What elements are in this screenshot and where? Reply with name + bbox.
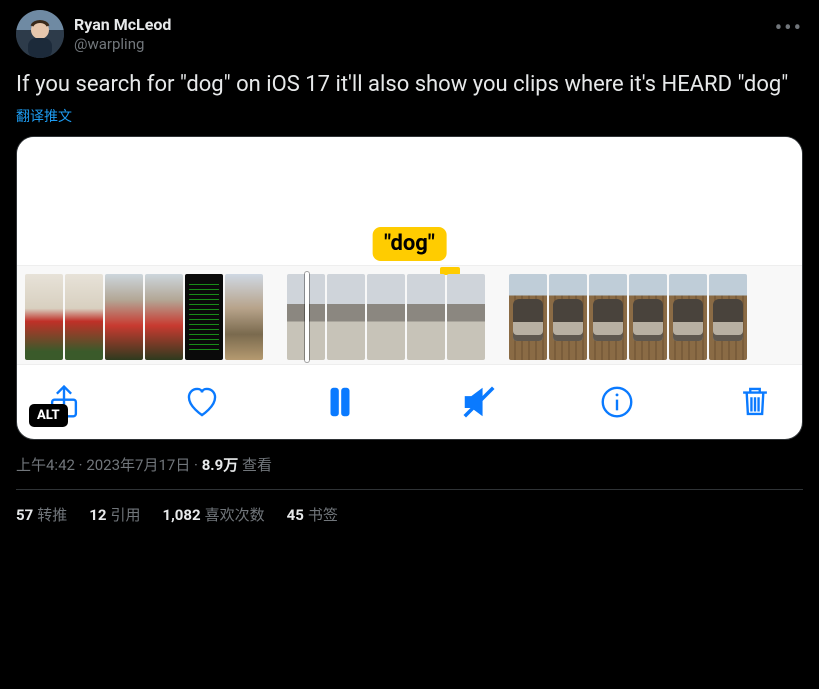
media-whitespace — [17, 137, 802, 227]
bookmarks-label: 书签 — [308, 506, 338, 524]
clip-thumbnail — [589, 274, 627, 360]
alt-badge[interactable]: ALT — [29, 404, 68, 427]
clip-thumbnail — [327, 274, 365, 360]
likes-stat[interactable]: 1,082 喜欢次数 — [162, 504, 264, 525]
clip-group-2[interactable] — [287, 274, 485, 360]
clip-thumbnail — [669, 274, 707, 360]
clip-group-3[interactable] — [509, 274, 747, 360]
info-button[interactable] — [598, 383, 636, 421]
display-name[interactable]: Ryan McLeod — [74, 15, 171, 35]
tweet-meta: 上午4:42 · 2023年7月17日 · 8.9万 查看 — [16, 454, 803, 490]
mute-button[interactable] — [460, 383, 498, 421]
retweets-label: 转推 — [37, 506, 67, 524]
quotes-label: 引用 — [110, 506, 140, 524]
caption-bubble: "dog" — [372, 227, 447, 261]
pause-button[interactable] — [321, 383, 359, 421]
likes-count: 1,082 — [162, 506, 200, 524]
retweets-count: 57 — [16, 506, 33, 524]
views-count: 8.9万 — [202, 456, 239, 474]
trash-icon — [736, 383, 774, 421]
meta-sep: · — [75, 456, 86, 474]
translate-link[interactable]: 翻译推文 — [16, 106, 72, 126]
volume-mute-icon — [460, 383, 498, 421]
delete-button[interactable] — [736, 383, 774, 421]
quotes-stat[interactable]: 12引用 — [89, 504, 140, 525]
tweet-header: Ryan McLeod @warpling — [16, 10, 803, 58]
quotes-count: 12 — [89, 506, 106, 524]
handle[interactable]: @warpling — [74, 35, 171, 54]
pause-icon — [321, 383, 359, 421]
clip-thumbnail — [185, 274, 223, 360]
bookmarks-stat[interactable]: 45书签 — [287, 504, 338, 525]
clip-thumbnail — [629, 274, 667, 360]
tweet: ••• Ryan McLeod @warpling If you search … — [16, 10, 803, 525]
clip-thumbnail — [145, 274, 183, 360]
caption-bubble-wrap: "dog" — [17, 227, 802, 265]
more-button[interactable]: ••• — [775, 16, 803, 41]
like-button[interactable] — [183, 383, 221, 421]
clip-thumbnail — [407, 274, 445, 360]
playhead[interactable] — [305, 272, 309, 362]
clip-thumbnail — [367, 274, 405, 360]
clip-thumbnail — [65, 274, 103, 360]
avatar-image-icon — [16, 10, 64, 58]
clip-thumbnail — [509, 274, 547, 360]
media-card-inner: "dog" — [17, 137, 802, 439]
clip-thumbnail — [105, 274, 143, 360]
clip-thumbnail — [447, 274, 485, 360]
heart-icon — [183, 383, 221, 421]
tweet-text: If you search for "dog" on iOS 17 it'll … — [16, 70, 803, 100]
bookmarks-count: 45 — [287, 506, 304, 524]
author-names: Ryan McLeod @warpling — [74, 15, 171, 54]
clip-group-1[interactable] — [25, 274, 263, 360]
clip-thumbnail — [549, 274, 587, 360]
avatar[interactable] — [16, 10, 64, 58]
likes-label: 喜欢次数 — [205, 506, 265, 524]
clip-thumbnail — [709, 274, 747, 360]
video-timeline[interactable] — [17, 265, 802, 365]
media-toolbar — [17, 365, 802, 425]
clip-thumbnail — [225, 274, 263, 360]
tweet-time[interactable]: 上午4:42 — [16, 456, 75, 474]
tweet-stats: 57转推 12引用 1,082 喜欢次数 45书签 — [16, 490, 803, 525]
tweet-date[interactable]: 2023年7月17日 — [86, 456, 190, 474]
info-icon — [598, 383, 636, 421]
clip-thumbnail — [25, 274, 63, 360]
views-label: 查看 — [238, 456, 272, 474]
meta-sep: · — [190, 456, 201, 474]
media-card[interactable]: "dog" — [16, 136, 803, 440]
retweets-stat[interactable]: 57转推 — [16, 504, 67, 525]
